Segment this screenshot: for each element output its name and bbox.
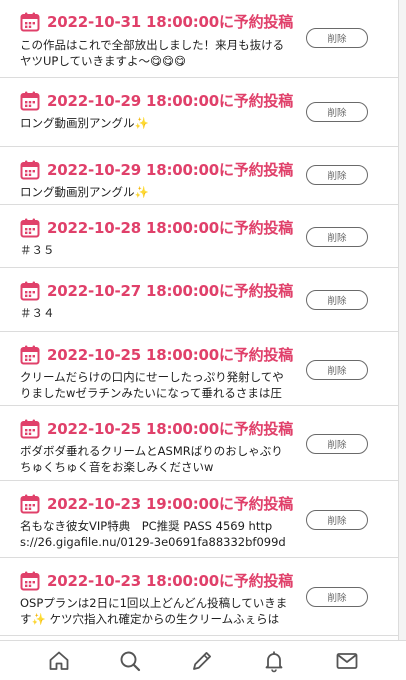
delete-button[interactable]: 削除 [306, 587, 368, 607]
nav-search-button[interactable] [117, 649, 143, 673]
scheduled-datetime: 2022-10-25 18:00:00に予約投稿 [47, 346, 293, 364]
post-text: ロング動画別アングル✨ [20, 185, 149, 199]
list-item: 2022-10-29 18:00:00に予約投稿 ロング動画別アングル✨ 削除 [0, 147, 398, 205]
post-text: この作品はこれで全部放出しました！来月も抜けるヤツUPしていきますよ〜😋😋😋 [20, 38, 285, 68]
scheduled-datetime: 2022-10-31 18:00:00に予約投稿 [47, 13, 293, 31]
scheduled-datetime: 2022-10-28 18:00:00に予約投稿 [47, 219, 293, 237]
calendar-icon [20, 91, 40, 110]
list-item: 2022-10-23 19:00:00に予約投稿 名もなき彼女VIP特典 PC推… [0, 481, 398, 558]
bottom-nav [0, 640, 406, 680]
delete-button[interactable]: 削除 [306, 510, 368, 530]
delete-button[interactable]: 削除 [306, 28, 368, 48]
item-header: 2022-10-29 18:00:00に予約投稿 [20, 90, 293, 111]
delete-button[interactable]: 削除 [306, 434, 368, 454]
item-header: 2022-10-25 18:00:00に予約投稿 [20, 344, 293, 365]
item-header: 2022-10-23 18:00:00に予約投稿 [20, 570, 293, 591]
scheduled-datetime: 2022-10-23 19:00:00に予約投稿 [47, 495, 293, 513]
list-item: 2022-10-29 18:00:00に予約投稿 ロング動画別アングル✨ 削除 [0, 78, 398, 147]
home-icon [49, 651, 69, 670]
list-item: 2022-10-28 18:00:00に予約投稿 ＃３５ 削除 [0, 205, 398, 268]
mail-icon [336, 653, 358, 669]
item-header: 2022-10-27 18:00:00に予約投稿 [20, 280, 293, 301]
list-item: 2022-10-25 18:00:00に予約投稿 ボダボダ垂れるクリームとASM… [0, 406, 398, 481]
post-text: 名もなき彼女VIP特典 PC推奨 PASS 4569 https://26.gi… [20, 519, 286, 549]
item-header: 2022-10-31 18:00:00に予約投稿 [20, 11, 293, 32]
calendar-icon [20, 281, 40, 300]
calendar-icon [20, 419, 40, 438]
delete-button[interactable]: 削除 [306, 227, 368, 247]
calendar-icon [20, 345, 40, 364]
item-header: 2022-10-29 18:00:00に予約投稿 [20, 159, 293, 180]
list-item: 2022-10-23 18:00:00に予約投稿 OSPプランは2日に1回以上ど… [0, 558, 398, 636]
delete-button[interactable]: 削除 [306, 165, 368, 185]
item-header: 2022-10-28 18:00:00に予約投稿 [20, 217, 293, 238]
post-text: ＃３４ [20, 306, 55, 320]
list-item: 2022-10-27 18:00:00に予約投稿 ＃３４ 削除 [0, 268, 398, 332]
calendar-icon [20, 218, 40, 237]
nav-messages-button[interactable] [334, 649, 360, 673]
scheduled-datetime: 2022-10-23 18:00:00に予約投稿 [47, 572, 293, 590]
nav-notifications-button[interactable] [261, 649, 287, 673]
nav-compose-button[interactable] [189, 649, 215, 673]
delete-button[interactable]: 削除 [306, 102, 368, 122]
pencil-icon [193, 652, 211, 670]
delete-button[interactable]: 削除 [306, 360, 368, 380]
scheduled-datetime: 2022-10-29 18:00:00に予約投稿 [47, 92, 293, 110]
scheduled-datetime: 2022-10-29 18:00:00に予約投稿 [47, 161, 293, 179]
post-text: ＃３５ [20, 243, 55, 257]
scheduled-datetime: 2022-10-27 18:00:00に予約投稿 [47, 282, 293, 300]
scheduled-datetime: 2022-10-25 18:00:00に予約投稿 [47, 420, 293, 438]
bell-icon [265, 651, 283, 673]
scheduled-post-list: 2022-10-31 18:00:00に予約投稿 この作品はこれで全部放出しまし… [0, 0, 399, 640]
item-header: 2022-10-25 18:00:00に予約投稿 [20, 418, 293, 439]
list-item: 2022-10-31 18:00:00に予約投稿 この作品はこれで全部放出しまし… [0, 0, 398, 78]
calendar-icon [20, 160, 40, 179]
post-text: OSPプランは2日に1回以上どんどん投稿していきます✨ ケツ穴指入れ確定からの生… [20, 596, 288, 626]
nav-home-button[interactable] [46, 649, 72, 673]
item-header: 2022-10-23 19:00:00に予約投稿 [20, 493, 293, 514]
post-text: ボダボダ垂れるクリームとASMRばりのおしゃぶりちゅくちゅく音をお楽しみください… [20, 444, 283, 474]
search-icon [120, 651, 141, 672]
post-text: ロング動画別アングル✨ [20, 116, 149, 130]
post-text: クリームだらけの口内にせーしたっぷり発射してやりましたwゼラチンみたいになって垂… [20, 370, 284, 400]
calendar-icon [20, 12, 40, 31]
calendar-icon [20, 571, 40, 590]
list-item: 2022-10-25 18:00:00に予約投稿 クリームだらけの口内にせーした… [0, 332, 398, 406]
delete-button[interactable]: 削除 [306, 290, 368, 310]
calendar-icon [20, 494, 40, 513]
